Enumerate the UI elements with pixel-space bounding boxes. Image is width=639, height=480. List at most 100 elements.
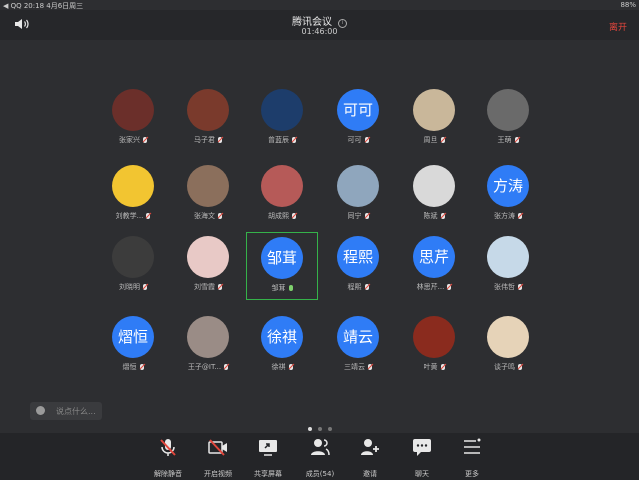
- participant-avatar: [112, 89, 154, 131]
- page-dot[interactable]: [307, 427, 312, 431]
- toolbar-button[interactable]: 共享屏幕: [242, 437, 294, 479]
- participant-name: 曾蓝辰: [268, 136, 289, 144]
- participant-tile[interactable]: 程熙 程熙: [322, 232, 394, 300]
- mic-off-icon: [368, 364, 372, 370]
- leave-button[interactable]: 离开: [609, 20, 627, 33]
- participant-tile[interactable]: 曾蓝辰: [246, 85, 318, 153]
- participant-tile[interactable]: 徐祺 徐祺: [246, 312, 318, 380]
- toolbar-button[interactable]: 更多: [446, 437, 498, 479]
- page-dot[interactable]: [327, 427, 332, 431]
- participant-name-row: 谈子鸣: [472, 362, 544, 372]
- participant-name-row: 刘雪霞: [172, 282, 244, 292]
- participant-name: 胡成熙: [268, 212, 289, 220]
- participant-tile[interactable]: 胡成熙: [246, 161, 318, 229]
- members-icon: [311, 439, 330, 456]
- participant-avatar: 可可: [337, 89, 379, 131]
- toolbar-button[interactable]: 开启视频: [192, 437, 244, 479]
- participant-tile[interactable]: 刘教学...: [97, 161, 169, 229]
- mic-off-icon: [292, 137, 296, 143]
- mic-off-icon: [143, 284, 147, 290]
- participant-name-row: 胡成熙: [246, 211, 318, 221]
- participant-name-row: 林思芹...: [398, 282, 470, 292]
- mic-off-icon: [292, 213, 296, 219]
- mic-off-icon: [447, 284, 452, 290]
- participant-tile[interactable]: 靖云 三靖云: [322, 312, 394, 380]
- participant-avatar: [261, 165, 303, 207]
- invite-icon: [361, 439, 379, 455]
- mic-off-icon: [440, 364, 445, 370]
- toolbar-button[interactable]: 成员(54): [294, 437, 346, 479]
- participant-tile[interactable]: 同宁: [322, 161, 394, 229]
- participant-name-row: 可可: [322, 135, 394, 145]
- participant-name: 邹茸: [271, 284, 286, 292]
- participant-name-row: 马子君: [172, 135, 244, 145]
- video-off-icon: [208, 439, 227, 456]
- participant-name-row: 熠恒: [97, 362, 169, 372]
- participant-name: 张方涛: [494, 212, 515, 220]
- participant-tile[interactable]: 思芹林思芹...: [398, 232, 470, 300]
- participant-tile[interactable]: 邹茸 邹茸: [246, 232, 318, 300]
- participant-name-row: 徐祺: [246, 362, 318, 372]
- mic-off-icon: [364, 213, 369, 219]
- participant-tile[interactable]: 张家兴: [97, 85, 169, 153]
- participant-tile[interactable]: 熠恒 熠恒: [97, 312, 169, 380]
- emoji-icon[interactable]: [36, 406, 45, 415]
- participant-tile[interactable]: 张海文: [172, 161, 244, 229]
- participant-tile[interactable]: 王萌: [472, 85, 544, 153]
- mic-off-icon: [518, 364, 522, 370]
- participant-avatar: 思芹: [413, 236, 455, 278]
- meeting-timer: 01:46:00: [301, 27, 338, 36]
- mic-off-icon: [139, 364, 144, 370]
- participant-name-row: 张伟哲: [472, 282, 544, 292]
- participant-name-row: 王子@IT...: [172, 362, 244, 372]
- participant-tile[interactable]: 马子君: [172, 85, 244, 153]
- participant-avatar: 程熙: [337, 236, 379, 278]
- participant-avatar: [413, 89, 455, 131]
- participant-name: 王萌: [497, 136, 512, 144]
- participant-tile[interactable]: 可可 可可: [322, 85, 394, 153]
- toolbar-button-label: 更多: [465, 470, 479, 478]
- participant-name-row: 张方涛: [472, 211, 544, 221]
- participant-tile[interactable]: 陈斌: [398, 161, 470, 229]
- participant-name-row: 王萌: [472, 135, 544, 145]
- more-icon: [464, 438, 481, 454]
- participant-tile[interactable]: 谈子鸣: [472, 312, 544, 380]
- mic-off-icon: [160, 439, 176, 456]
- chat-input[interactable]: 说点什么...: [30, 402, 102, 420]
- participant-tile[interactable]: 叶黄: [398, 312, 470, 380]
- participant-tile[interactable]: 刘雪霞: [172, 232, 244, 300]
- participant-avatar: 靖云: [337, 316, 379, 358]
- toolbar-button[interactable]: 解除静音: [142, 437, 194, 479]
- participant-name: 周旦: [423, 136, 438, 144]
- participant-name-row: 叶黄: [398, 362, 470, 372]
- chat-placeholder: 说点什么...: [56, 407, 96, 416]
- participant-tile[interactable]: 周旦: [398, 85, 470, 153]
- participant-name: 张伟哲: [494, 283, 515, 291]
- participant-name-row: 张海文: [172, 211, 244, 221]
- participant-tile[interactable]: 王子@IT...: [172, 312, 244, 380]
- participant-name: 刘晓明: [119, 283, 140, 291]
- participant-tile[interactable]: 方涛 张方涛: [472, 161, 544, 229]
- participant-avatar: [487, 236, 529, 278]
- mic-off-icon: [224, 364, 229, 370]
- participant-avatar: [261, 89, 303, 131]
- participant-tile[interactable]: 张伟哲: [472, 232, 544, 300]
- toolbar-button[interactable]: 聊天: [396, 437, 448, 479]
- participant-avatar: [187, 316, 229, 358]
- participant-tile[interactable]: 刘晓明: [97, 232, 169, 300]
- toolbar-button-label: 解除静音: [154, 470, 182, 478]
- participant-avatar: 熠恒: [112, 316, 154, 358]
- participant-name-row: 张家兴: [97, 135, 169, 145]
- participant-avatar: [487, 89, 529, 131]
- participant-avatar: [487, 316, 529, 358]
- page-dot[interactable]: [317, 427, 322, 431]
- toolbar-button-label: 开启视频: [204, 470, 232, 478]
- participant-avatar: [112, 165, 154, 207]
- toolbar-button-label: 邀请: [363, 470, 377, 478]
- mic-off-icon: [518, 284, 522, 290]
- participant-name-row: 周旦: [398, 135, 470, 145]
- toolbar-button[interactable]: 邀请: [344, 437, 396, 479]
- participant-name: 张海文: [194, 212, 215, 220]
- mic-off-icon: [146, 213, 151, 219]
- mic-off-icon: [440, 213, 445, 219]
